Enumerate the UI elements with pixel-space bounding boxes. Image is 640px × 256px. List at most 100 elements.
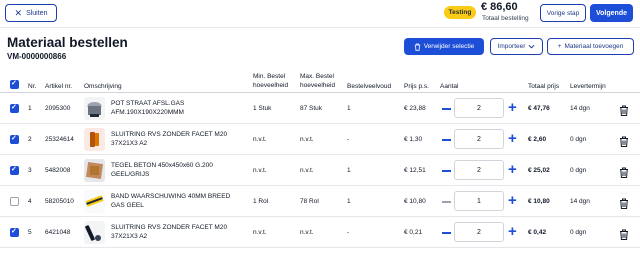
close-icon: ✕ xyxy=(14,7,23,18)
table-row: 1 2095300 POT STRAAT AFSL.GAS AFM.190X19… xyxy=(0,93,640,124)
delete-row-trash-icon[interactable] xyxy=(619,103,629,116)
close-label: Sluiten xyxy=(26,9,48,17)
decrease-quantity-button[interactable] xyxy=(442,232,451,234)
row-delivery-time: 14 dgn xyxy=(570,198,590,205)
quantity-input[interactable]: 2 xyxy=(454,98,504,118)
row-description-line2: GEEL/GRIJS xyxy=(111,171,150,178)
row-min-qty: n.v.t. xyxy=(253,167,267,174)
table-body: 1 2095300 POT STRAAT AFSL.GAS AFM.190X19… xyxy=(0,93,640,248)
header-delivery: Levertermijn xyxy=(570,83,606,90)
row-min-qty: n.v.t. xyxy=(253,229,267,236)
total-label: Totaal bestelling xyxy=(482,15,529,22)
header-description: Omschrijving xyxy=(84,83,122,90)
top-bar: ✕ Sluiten Testing € 86,60 Totaal bestell… xyxy=(0,0,640,28)
import-dropdown-button[interactable]: Importeer xyxy=(490,38,543,55)
row-nr: 2 xyxy=(28,136,32,143)
chevron-down-icon xyxy=(528,44,535,49)
header-min-qty-line1: Min. Bestel xyxy=(253,73,286,80)
delete-row-trash-icon[interactable] xyxy=(619,165,629,178)
increase-quantity-button[interactable]: + xyxy=(508,162,517,177)
row-checkbox[interactable] xyxy=(10,227,19,237)
decrease-quantity-button[interactable] xyxy=(442,139,451,141)
quantity-input[interactable]: 1 xyxy=(454,191,504,211)
row-price: € 1,30 xyxy=(404,136,423,143)
decrease-quantity-button[interactable] xyxy=(442,170,451,172)
product-image xyxy=(84,97,105,120)
row-multiple: 1 xyxy=(347,167,351,174)
row-multiple: 1 xyxy=(347,105,351,112)
row-min-qty: 1 Rol xyxy=(253,198,269,205)
row-multiple: - xyxy=(347,229,350,236)
plus-icon: + xyxy=(557,43,562,50)
row-nr: 4 xyxy=(28,198,32,205)
table-row: 4 58205010 BAND WAARSCHUWING 40MM BREED … xyxy=(0,186,640,217)
row-delivery-time: 0 dgn xyxy=(570,136,587,143)
quantity-input[interactable]: 2 xyxy=(454,129,504,149)
row-checkbox[interactable] xyxy=(10,103,19,113)
quantity-input[interactable]: 2 xyxy=(454,222,504,242)
decrease-quantity-button[interactable] xyxy=(442,108,451,110)
quantity-input[interactable]: 2 xyxy=(454,160,504,180)
row-max-qty: 78 Rol xyxy=(300,198,319,205)
row-article-number: 58205010 xyxy=(45,198,74,205)
row-checkbox[interactable] xyxy=(10,165,19,175)
row-description-line2: 37X21X3 A2 xyxy=(111,233,148,240)
row-nr: 3 xyxy=(28,167,32,174)
select-all-checkbox[interactable] xyxy=(10,79,19,89)
total-amount-value: 86,60 xyxy=(490,1,518,13)
increase-quantity-button[interactable]: + xyxy=(508,224,517,239)
previous-step-button[interactable]: Vorige stap xyxy=(540,4,586,22)
row-description-line1: POT STRAAT AFSL.GAS xyxy=(111,100,185,107)
add-material-label: Materiaal toevoegen xyxy=(564,43,624,50)
remove-selection-button[interactable]: Verwijder selectie xyxy=(404,38,484,55)
row-article-number: 5482008 xyxy=(45,167,71,174)
header-nr: Nr. xyxy=(28,83,37,90)
page-title: Materiaal bestellen xyxy=(7,35,128,50)
row-total-price: € 47,76 xyxy=(528,105,550,112)
header-multiple: Bestelveelvoud xyxy=(347,83,392,90)
row-checkbox[interactable] xyxy=(10,197,19,206)
row-delivery-time: 14 dgn xyxy=(570,105,590,112)
row-delivery-time: 0 dgn xyxy=(570,167,587,174)
order-number: VM-0000000866 xyxy=(7,52,67,61)
delete-row-trash-icon[interactable] xyxy=(619,134,629,147)
row-checkbox[interactable] xyxy=(10,134,19,144)
next-button[interactable]: Volgende xyxy=(590,4,633,22)
increase-quantity-button[interactable]: + xyxy=(508,193,517,208)
increase-quantity-button[interactable]: + xyxy=(508,100,517,115)
remove-selection-label: Verwijder selectie xyxy=(423,43,475,50)
delete-row-trash-icon[interactable] xyxy=(619,227,629,240)
decrease-quantity-button[interactable] xyxy=(442,201,451,203)
header-amount: Aantal xyxy=(440,83,459,90)
row-price: € 0,21 xyxy=(404,229,423,236)
row-description: BAND WAARSCHUWING 40MM BREED GAS GEEL xyxy=(111,192,230,210)
product-image xyxy=(84,221,105,244)
row-description-line1: SLUITRING RVS ZONDER FACET M20 xyxy=(111,224,228,231)
row-price: € 12,51 xyxy=(404,167,426,174)
add-material-button[interactable]: + Materiaal toevoegen xyxy=(547,38,634,55)
close-button[interactable]: ✕ Sluiten xyxy=(5,4,57,22)
row-max-qty: n.v.t. xyxy=(300,136,314,143)
environment-badge: Testing xyxy=(444,6,476,19)
row-max-qty: n.v.t. xyxy=(300,229,314,236)
row-min-qty: n.v.t. xyxy=(253,136,267,143)
header-max-qty-line1: Max. Bestel xyxy=(300,73,334,80)
row-max-qty: 87 Stuk xyxy=(300,105,323,112)
increase-quantity-button[interactable]: + xyxy=(508,131,517,146)
euro-icon: € xyxy=(481,1,488,13)
table-row: 5 6421048 SLUITRING RVS ZONDER FACET M20… xyxy=(0,217,640,248)
row-description-line1: SLUITRING RVS ZONDER FACET M20 xyxy=(111,131,228,138)
row-nr: 5 xyxy=(28,229,32,236)
trash-icon xyxy=(414,43,420,51)
row-price: € 10,80 xyxy=(404,198,426,205)
header-max-qty: Max. Bestel hoeveelheid xyxy=(300,72,335,90)
product-image xyxy=(84,190,105,213)
row-article-number: 2095300 xyxy=(45,105,71,112)
header-total: Totaal prijs xyxy=(528,83,560,90)
materials-table: Nr. Artikel nr. Omschrijving Min. Bestel… xyxy=(0,66,640,248)
row-delivery-time: 0 dgn xyxy=(570,229,587,236)
delete-row-trash-icon[interactable] xyxy=(619,196,629,209)
import-label: Importeer xyxy=(497,43,526,50)
row-total-price: € 0,42 xyxy=(528,229,547,236)
row-description: TEGEL BETON 450x450x60 G.200 GEEL/GRIJS xyxy=(111,161,213,179)
